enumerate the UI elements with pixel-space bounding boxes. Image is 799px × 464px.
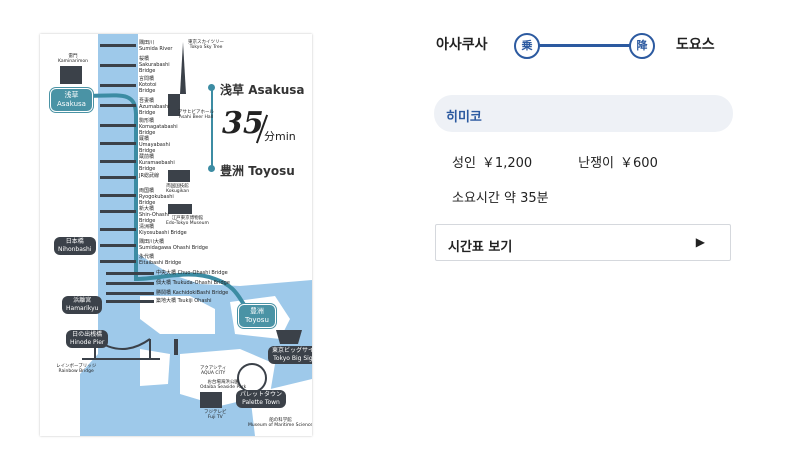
play-arrow-icon: ▶ [695, 235, 705, 249]
bridge-label: 駒形橋 Komagatabashi Bridge [139, 118, 178, 136]
pier-asakusa[interactable]: 浅草 Asakusa [50, 88, 93, 112]
origin-station: 아사쿠사 [436, 37, 488, 53]
adult-fare-label: 성인 [452, 156, 476, 171]
view-timetable-label: 시간표 보기 [448, 240, 513, 255]
bridge-label: 隅田川大橋 Sumidagawa Ohashi Bridge [139, 239, 209, 251]
pier-nihonbashi[interactable]: 日本橋 Nihonbashi [54, 237, 96, 255]
bridge-label: 桜橋 Sakurabashi Bridge [139, 56, 170, 74]
spot-maritime-museum: 船の科学館 Museum of Maritime Science [248, 418, 312, 428]
bridge-label: 勝鬨橋 KachidokiBashi Bridge [156, 290, 229, 296]
route-header: 아사쿠사 乗 降 도요스 [436, 28, 736, 62]
legend-duration-unit: 分min [264, 130, 296, 143]
destination-station: 도요스 [676, 37, 715, 53]
bridge-label: 両国橋 Ryogokubashi Bridge [139, 188, 174, 206]
alight-badge: 降 [629, 33, 655, 59]
view-timetable-button[interactable]: 시간표 보기 ▶ [435, 224, 731, 261]
bridge-label: 吾妻橋 Azumabashi Bridge [139, 98, 170, 116]
boat-name: 히미코 [446, 110, 482, 125]
legend-destination-dot [208, 165, 215, 172]
fuji-tv-icon [200, 392, 222, 408]
route-map: 浅草 Asakusa 豊洲 Toyosu 35 分min 浅草 Asakusa … [40, 34, 312, 436]
spot-aqua-city: アクアシティ AQUA CITY [200, 366, 227, 376]
bridge-label: 永代橋 Eitaibashi Bridge [139, 254, 182, 266]
legend-origin: 浅草 Asakusa [220, 83, 305, 97]
spot-rainbow-bridge: レインボーブリッジ Rainbow Bridge [56, 364, 97, 374]
bridge-label: 佃大橋 Tsukuda-Ohashi Bridge [156, 280, 230, 286]
spot-fuji-tv: フジテレビ Fuji TV [204, 410, 227, 420]
duration-label: 소요시간 [452, 191, 500, 206]
legend-origin-dot [208, 84, 215, 91]
fare-row: 성인 ￥1,200 난쟁이 ￥600 [452, 152, 664, 171]
adult-fare-price: ￥1,200 [481, 156, 533, 171]
statue-icon [174, 339, 178, 355]
bridge-label: 清洲橋 Kiyosubashi Bridge [139, 224, 187, 236]
boat-name-pill: 히미코 [434, 95, 733, 132]
land-shibaura [140, 349, 170, 386]
bridge-label: 蔵前橋 Kuramaebashi Bridge [139, 154, 175, 172]
child-fare-label: 난쟁이 [578, 156, 615, 171]
legend-route-line [211, 87, 213, 169]
bridge-label: JR総武線 [139, 173, 159, 179]
pier-toyosu[interactable]: 豊洲 Toyosu [238, 304, 276, 328]
duration-value: 약 35분 [503, 191, 549, 206]
bridge-label: 隅田川 Sumida River [139, 40, 173, 52]
legend-destination: 豊洲 Toyosu [220, 164, 295, 178]
kaminarimon-icon [60, 66, 82, 84]
duration-row: 소요시간 약 35분 [452, 187, 549, 206]
pier-hinode[interactable]: 日の出桟橋 Hinode Pier [66, 330, 109, 348]
bridge-label: 中央大橋 Chuo-Ohashi Bridge [156, 270, 228, 276]
spot-kaminarimon: 雷門 Kaminarimon [58, 54, 88, 64]
pier-palette-town[interactable]: パレットタウン Palette Town [236, 390, 287, 408]
big-sight-icon [276, 330, 302, 344]
pier-big-sight[interactable]: 東京ビッグサイト Tokyo Big Sight [268, 346, 312, 364]
bridge-label: 新大橋 Shin-Ohashi Bridge [139, 206, 170, 224]
pier-hamarikyu[interactable]: 浜離宮 Hamarikyu [62, 296, 103, 314]
spot-odaiba-park: お台場海浜公園 Odaiba Seaside Park [200, 380, 247, 390]
spot-skytree: 東京スカイツリー Tokyo Sky Tree [188, 40, 224, 50]
spot-asahi: アサヒビアホール Asahi Beer Hall [178, 110, 214, 120]
bridge-label: 言問橋 Kototoi Bridge [139, 76, 157, 94]
child-fare-price: ￥600 [620, 156, 658, 171]
bridge-label: 築地大橋 Tsukiji Ohashi [156, 298, 212, 304]
bridge-label: 厩橋 Umayabashi Bridge [139, 136, 171, 154]
board-badge: 乗 [514, 33, 540, 59]
skytree-icon [180, 42, 186, 94]
